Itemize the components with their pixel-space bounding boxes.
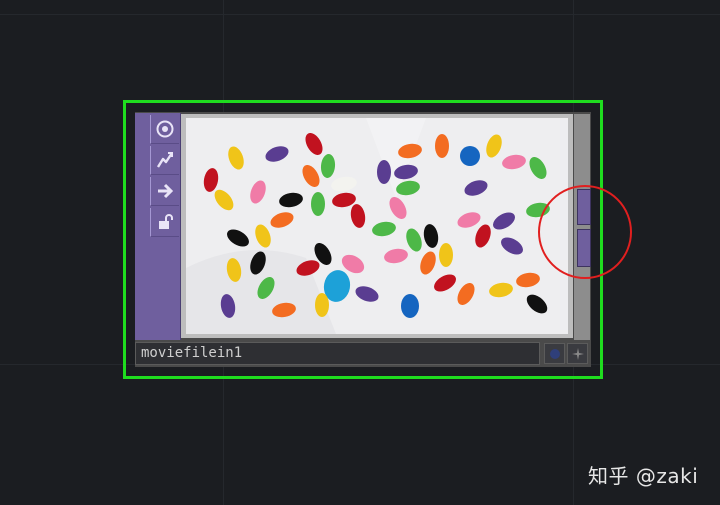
- node-flag-button[interactable]: [544, 343, 565, 364]
- viewer-icon: [156, 120, 174, 138]
- node-toolbar: [135, 113, 181, 340]
- lock-button[interactable]: [150, 208, 179, 237]
- bypass-button[interactable]: [150, 146, 179, 175]
- node-viewer-image[interactable]: [186, 118, 568, 334]
- grid-line: [0, 14, 720, 15]
- annotation-highlight-circle: [538, 185, 632, 279]
- export-button[interactable]: [150, 177, 179, 206]
- jellybeans-image: [186, 118, 568, 334]
- viewer-toggle-button[interactable]: [150, 115, 179, 144]
- lock-icon: [159, 214, 173, 229]
- export-icon: [158, 183, 174, 199]
- watermark: 知乎 @zaki: [588, 464, 699, 488]
- cross-icon: [571, 347, 584, 360]
- dot-icon: [549, 348, 560, 359]
- node-wire-button[interactable]: [567, 343, 588, 364]
- bypass-icon: [156, 152, 173, 168]
- node-name-field[interactable]: moviefilein1: [135, 342, 540, 365]
